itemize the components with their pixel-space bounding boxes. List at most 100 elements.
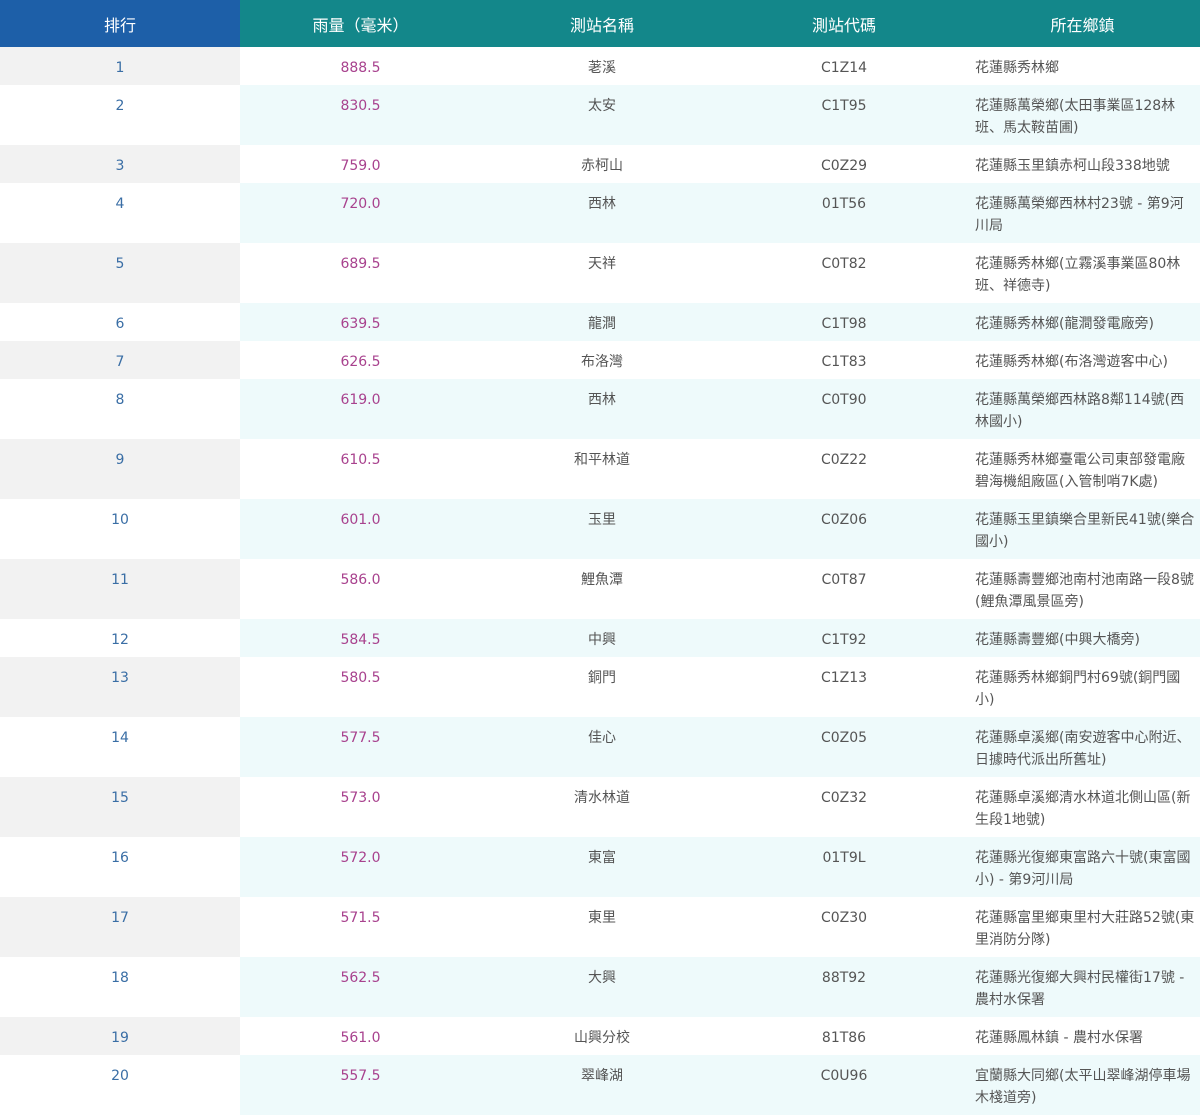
township-cell: 花蓮縣秀林鄉(立霧溪事業區80林班、祥德寺) bbox=[965, 243, 1200, 303]
township-cell: 花蓮縣秀林鄉 bbox=[965, 47, 1200, 85]
rainfall-cell: 689.5 bbox=[240, 243, 481, 303]
township-cell: 花蓮縣卓溪鄉清水林道北側山區(新生段1地號) bbox=[965, 777, 1200, 837]
rank-cell: 12 bbox=[0, 619, 240, 657]
station-code-cell: 81T86 bbox=[723, 1017, 965, 1055]
station-name-cell: 西林 bbox=[481, 379, 723, 439]
township-cell: 花蓮縣壽豐鄉池南村池南路一段8號(鯉魚潭風景區旁) bbox=[965, 559, 1200, 619]
station-code-cell: C1T98 bbox=[723, 303, 965, 341]
rank-cell: 5 bbox=[0, 243, 240, 303]
rainfall-cell: 586.0 bbox=[240, 559, 481, 619]
township-cell: 花蓮縣秀林鄉銅門村69號(銅門國小) bbox=[965, 657, 1200, 717]
station-name-cell: 龍澗 bbox=[481, 303, 723, 341]
station-name-cell: 山興分校 bbox=[481, 1017, 723, 1055]
table-row: 8 619.0 西林 C0T90 花蓮縣萬榮鄉西林路8鄰114號(西林國小) bbox=[0, 379, 1200, 439]
rank-cell: 4 bbox=[0, 183, 240, 243]
table-row: 18 562.5 大興 88T92 花蓮縣光復鄉大興村民權街17號 - 農村水保署 bbox=[0, 957, 1200, 1017]
rank-cell: 15 bbox=[0, 777, 240, 837]
rainfall-cell: 571.5 bbox=[240, 897, 481, 957]
rainfall-cell: 573.0 bbox=[240, 777, 481, 837]
header-rank[interactable]: 排行 bbox=[0, 0, 240, 47]
rank-cell: 11 bbox=[0, 559, 240, 619]
station-code-cell: C0Z06 bbox=[723, 499, 965, 559]
rank-cell: 18 bbox=[0, 957, 240, 1017]
rainfall-cell: 577.5 bbox=[240, 717, 481, 777]
table-row: 11 586.0 鯉魚潭 C0T87 花蓮縣壽豐鄉池南村池南路一段8號(鯉魚潭風景區旁) bbox=[0, 559, 1200, 619]
station-name-cell: 鯉魚潭 bbox=[481, 559, 723, 619]
header-station-code[interactable]: 測站代碼 bbox=[723, 0, 965, 47]
station-code-cell: C1Z14 bbox=[723, 47, 965, 85]
rainfall-cell: 639.5 bbox=[240, 303, 481, 341]
township-cell: 宜蘭縣大同鄉(太平山翠峰湖停車場木棧道旁) bbox=[965, 1055, 1200, 1115]
station-name-cell: 西林 bbox=[481, 183, 723, 243]
rank-cell: 20 bbox=[0, 1055, 240, 1115]
township-cell: 花蓮縣壽豐鄉(中興大橋旁) bbox=[965, 619, 1200, 657]
station-code-cell: C1T95 bbox=[723, 85, 965, 145]
station-code-cell: 88T92 bbox=[723, 957, 965, 1017]
station-code-cell: C0Z22 bbox=[723, 439, 965, 499]
table-row: 1 888.5 荖溪 C1Z14 花蓮縣秀林鄉 bbox=[0, 47, 1200, 85]
table-row: 6 639.5 龍澗 C1T98 花蓮縣秀林鄉(龍澗發電廠旁) bbox=[0, 303, 1200, 341]
station-name-cell: 中興 bbox=[481, 619, 723, 657]
rainfall-cell: 584.5 bbox=[240, 619, 481, 657]
header-station-name[interactable]: 測站名稱 bbox=[481, 0, 723, 47]
station-code-cell: C0T82 bbox=[723, 243, 965, 303]
table-row: 10 601.0 玉里 C0Z06 花蓮縣玉里鎮樂合里新民41號(樂合國小) bbox=[0, 499, 1200, 559]
rank-cell: 14 bbox=[0, 717, 240, 777]
rank-cell: 17 bbox=[0, 897, 240, 957]
township-cell: 花蓮縣玉里鎮赤柯山段338地號 bbox=[965, 145, 1200, 183]
rainfall-cell: 759.0 bbox=[240, 145, 481, 183]
table-row: 16 572.0 東富 01T9L 花蓮縣光復鄉東富路六十號(東富國小) - 第9河川局 bbox=[0, 837, 1200, 897]
station-name-cell: 和平林道 bbox=[481, 439, 723, 499]
rainfall-cell: 720.0 bbox=[240, 183, 481, 243]
station-code-cell: C1T92 bbox=[723, 619, 965, 657]
table-row: 20 557.5 翠峰湖 C0U96 宜蘭縣大同鄉(太平山翠峰湖停車場木棧道旁) bbox=[0, 1055, 1200, 1115]
table-row: 15 573.0 清水林道 C0Z32 花蓮縣卓溪鄉清水林道北側山區(新生段1地號) bbox=[0, 777, 1200, 837]
station-name-cell: 清水林道 bbox=[481, 777, 723, 837]
rainfall-cell: 561.0 bbox=[240, 1017, 481, 1055]
rainfall-ranking-table: 排行 雨量（毫米） 測站名稱 測站代碼 所在鄉鎮 1 888.5 荖溪 C1Z14 花蓮… bbox=[0, 0, 1200, 1115]
rank-cell: 8 bbox=[0, 379, 240, 439]
rainfall-cell: 888.5 bbox=[240, 47, 481, 85]
table-row: 7 626.5 布洛灣 C1T83 花蓮縣秀林鄉(布洛灣遊客中心) bbox=[0, 341, 1200, 379]
table-row: 17 571.5 東里 C0Z30 花蓮縣富里鄉東里村大莊路52號(東里消防分隊) bbox=[0, 897, 1200, 957]
rank-cell: 9 bbox=[0, 439, 240, 499]
township-cell: 花蓮縣光復鄉大興村民權街17號 - 農村水保署 bbox=[965, 957, 1200, 1017]
rainfall-cell: 572.0 bbox=[240, 837, 481, 897]
station-code-cell: 01T9L bbox=[723, 837, 965, 897]
rainfall-cell: 610.5 bbox=[240, 439, 481, 499]
station-name-cell: 赤柯山 bbox=[481, 145, 723, 183]
rank-cell: 16 bbox=[0, 837, 240, 897]
rank-cell: 1 bbox=[0, 47, 240, 85]
township-cell: 花蓮縣秀林鄉(布洛灣遊客中心) bbox=[965, 341, 1200, 379]
table-row: 2 830.5 太安 C1T95 花蓮縣萬榮鄉(太田事業區128林班、馬太鞍苗圃) bbox=[0, 85, 1200, 145]
rank-cell: 2 bbox=[0, 85, 240, 145]
station-code-cell: C0Z05 bbox=[723, 717, 965, 777]
table-row: 9 610.5 和平林道 C0Z22 花蓮縣秀林鄉臺電公司東部發電廠碧海機組廠區(入管制… bbox=[0, 439, 1200, 499]
station-name-cell: 銅門 bbox=[481, 657, 723, 717]
station-code-cell: C1T83 bbox=[723, 341, 965, 379]
rank-cell: 7 bbox=[0, 341, 240, 379]
rainfall-cell: 601.0 bbox=[240, 499, 481, 559]
rainfall-cell: 580.5 bbox=[240, 657, 481, 717]
township-cell: 花蓮縣萬榮鄉(太田事業區128林班、馬太鞍苗圃) bbox=[965, 85, 1200, 145]
station-name-cell: 東富 bbox=[481, 837, 723, 897]
table-row: 19 561.0 山興分校 81T86 花蓮縣鳳林鎮 - 農村水保署 bbox=[0, 1017, 1200, 1055]
township-cell: 花蓮縣光復鄉東富路六十號(東富國小) - 第9河川局 bbox=[965, 837, 1200, 897]
station-code-cell: C0T87 bbox=[723, 559, 965, 619]
header-rainfall[interactable]: 雨量（毫米） bbox=[240, 0, 481, 47]
station-name-cell: 太安 bbox=[481, 85, 723, 145]
rank-cell: 6 bbox=[0, 303, 240, 341]
header-township[interactable]: 所在鄉鎮 bbox=[965, 0, 1200, 47]
rank-cell: 10 bbox=[0, 499, 240, 559]
station-name-cell: 東里 bbox=[481, 897, 723, 957]
township-cell: 花蓮縣萬榮鄉西林路8鄰114號(西林國小) bbox=[965, 379, 1200, 439]
table-row: 4 720.0 西林 01T56 花蓮縣萬榮鄉西林村23號 - 第9河川局 bbox=[0, 183, 1200, 243]
rank-cell: 3 bbox=[0, 145, 240, 183]
table-row: 3 759.0 赤柯山 C0Z29 花蓮縣玉里鎮赤柯山段338地號 bbox=[0, 145, 1200, 183]
table-row: 12 584.5 中興 C1T92 花蓮縣壽豐鄉(中興大橋旁) bbox=[0, 619, 1200, 657]
table-row: 13 580.5 銅門 C1Z13 花蓮縣秀林鄉銅門村69號(銅門國小) bbox=[0, 657, 1200, 717]
station-name-cell: 佳心 bbox=[481, 717, 723, 777]
table-header-row: 排行 雨量（毫米） 測站名稱 測站代碼 所在鄉鎮 bbox=[0, 0, 1200, 47]
township-cell: 花蓮縣秀林鄉(龍澗發電廠旁) bbox=[965, 303, 1200, 341]
table-row: 14 577.5 佳心 C0Z05 花蓮縣卓溪鄉(南安遊客中心附近、日據時代派出所舊址) bbox=[0, 717, 1200, 777]
